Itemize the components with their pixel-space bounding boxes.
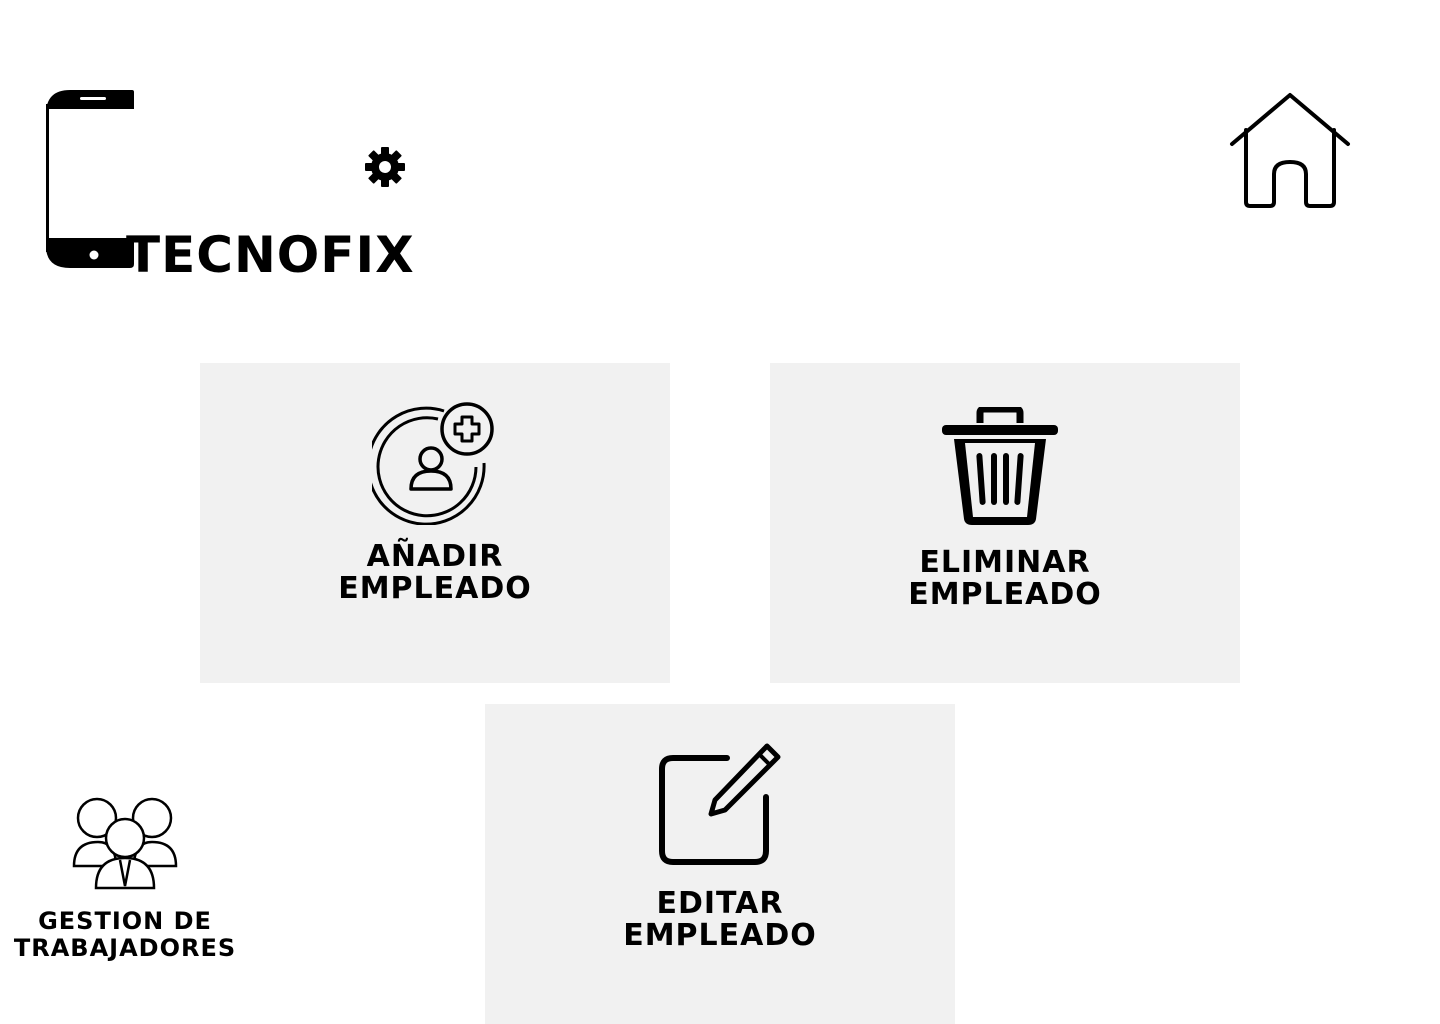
edit-employee-label-line2: EMPLEADO xyxy=(623,918,817,953)
delete-employee-label: ELIMINAR EMPLEADO xyxy=(770,547,1240,611)
workers-label-line2: TRABAJADORES xyxy=(13,934,237,962)
brand-logo: TECNOFIX xyxy=(44,88,414,284)
home-button[interactable] xyxy=(1228,90,1352,212)
brand-name: TECNOFIX xyxy=(126,226,415,284)
gear-icon xyxy=(365,147,405,187)
add-employee-label: AÑADIR EMPLEADO xyxy=(200,541,670,605)
edit-icon xyxy=(659,743,781,865)
delete-employee-label-line1: ELIMINAR xyxy=(919,545,1091,580)
workers-label-line1: GESTION DE xyxy=(38,907,212,935)
add-employee-button[interactable]: AÑADIR EMPLEADO xyxy=(200,363,670,683)
trash-icon xyxy=(942,407,1058,525)
add-user-icon xyxy=(372,402,494,525)
edit-employee-label: EDITAR EMPLEADO xyxy=(485,888,955,952)
edit-employee-button[interactable]: EDITAR EMPLEADO xyxy=(485,704,955,1024)
home-icon xyxy=(1230,93,1350,208)
edit-employee-label-line1: EDITAR xyxy=(656,886,784,921)
workers-group-icon xyxy=(72,797,178,890)
delete-employee-button[interactable]: ELIMINAR EMPLEADO xyxy=(770,363,1240,683)
workers-section[interactable]: GESTION DE TRABAJADORES xyxy=(0,790,250,970)
add-employee-label-line1: AÑADIR xyxy=(366,539,504,574)
add-employee-label-line2: EMPLEADO xyxy=(338,571,532,606)
delete-employee-label-line2: EMPLEADO xyxy=(908,577,1102,612)
workers-label: GESTION DE TRABAJADORES xyxy=(0,908,250,962)
